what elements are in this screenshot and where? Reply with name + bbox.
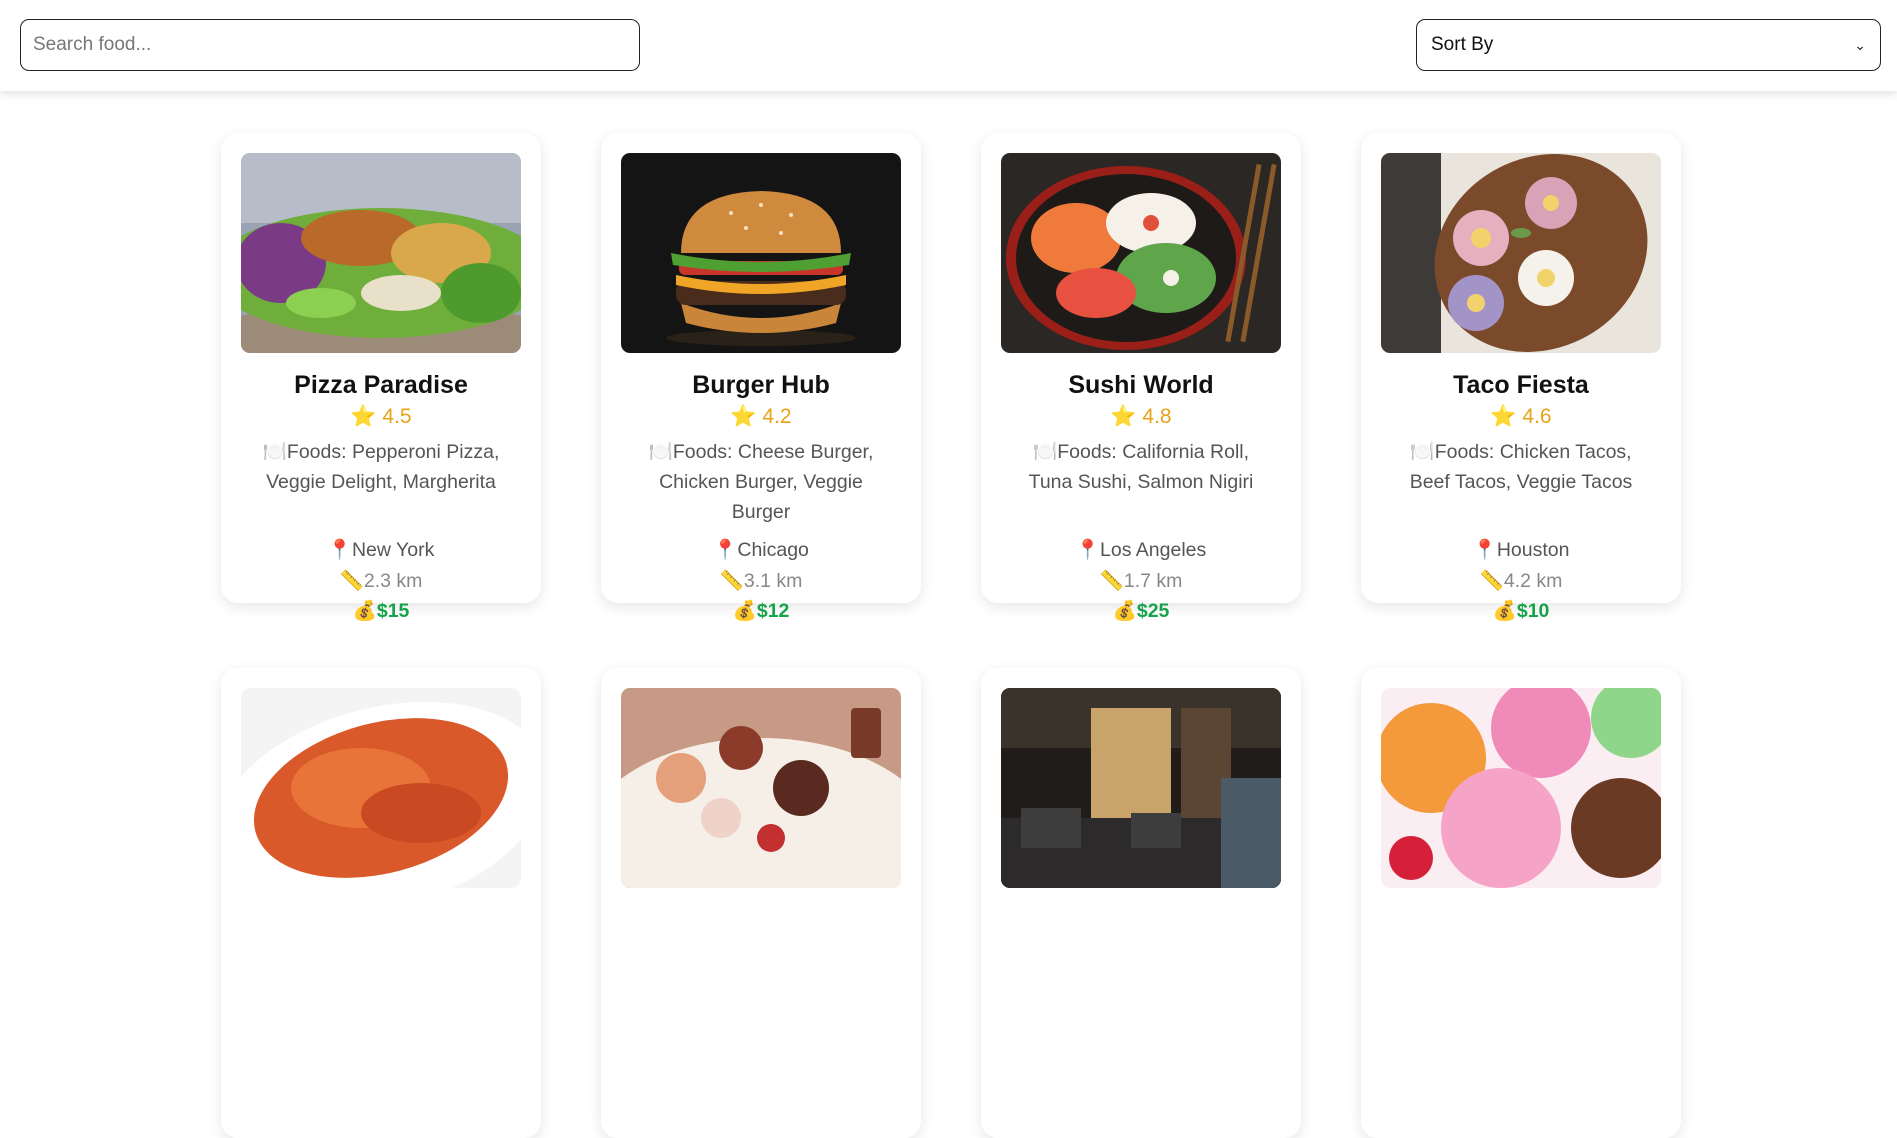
restaurant-card[interactable]: Pizza Paradise ⭐ 4.5 🍽️Foods: Pepperoni … — [221, 133, 541, 622]
plate-icon: 🍽️ — [648, 441, 673, 463]
plate-icon: 🍽️ — [1410, 441, 1435, 463]
restaurant-card[interactable] — [1361, 668, 1681, 1138]
rating: ⭐ 4.2 — [601, 405, 921, 429]
ruler-icon: 📏 — [719, 570, 744, 592]
salad-bowl-photo — [241, 153, 521, 353]
restaurant-name: Taco Fiesta — [1453, 371, 1589, 399]
dessert-platter-photo — [621, 688, 901, 888]
location: 📍Houston — [1361, 538, 1681, 562]
price: 💰$25 — [981, 599, 1301, 623]
food-list-text: Foods: Pepperoni Pizza, Veggie Delight, … — [266, 441, 500, 493]
restaurant-card[interactable]: Burger Hub ⭐ 4.2 🍽️Foods: Cheese Burger,… — [601, 133, 921, 622]
sushi-platter-photo — [1001, 153, 1281, 353]
star-icon: ⭐ — [1490, 405, 1517, 428]
money-bag-icon: 💰 — [1492, 600, 1517, 622]
price-text: $25 — [1136, 600, 1170, 622]
restaurant-name: Burger Hub — [692, 371, 830, 399]
rating-value: 4.6 — [1522, 405, 1552, 428]
food-list-text: Foods: Cheese Burger, Chicken Burger, Ve… — [659, 441, 874, 523]
money-bag-icon: 💰 — [732, 600, 757, 622]
restaurant-grid: Pizza Paradise ⭐ 4.5 🍽️Foods: Pepperoni … — [0, 91, 1897, 1138]
rating-value: 4.8 — [1142, 405, 1172, 428]
pin-icon: 📍 — [713, 539, 738, 561]
price: 💰$15 — [221, 599, 541, 623]
distance: 📏3.1 km — [601, 569, 921, 593]
restaurant-card[interactable] — [981, 668, 1301, 1138]
burger-photo — [621, 153, 901, 353]
price: 💰$10 — [1361, 599, 1681, 623]
rating: ⭐ 4.5 — [221, 405, 541, 429]
ruler-icon: 📏 — [1099, 570, 1124, 592]
rating: ⭐ 4.8 — [981, 405, 1301, 429]
restaurant-card[interactable] — [221, 668, 541, 1138]
restaurant-name: Pizza Paradise — [294, 371, 468, 399]
location: 📍Los Angeles — [981, 538, 1301, 562]
food-list-text: Foods: Chicken Tacos, Beef Tacos, Veggie… — [1409, 441, 1633, 493]
price-text: $12 — [756, 600, 790, 622]
food-list-text: Foods: California Roll, Tuna Sushi, Salm… — [1028, 441, 1254, 493]
distance: 📏1.7 km — [981, 569, 1301, 593]
search-input[interactable] — [20, 19, 640, 71]
distance: 📏4.2 km — [1361, 569, 1681, 593]
rating: ⭐ 4.6 — [1361, 405, 1681, 429]
pasta-photo — [241, 688, 521, 888]
sort-select-value: Sort By — [1431, 34, 1494, 55]
sort-select[interactable]: Sort By ⌄ — [1416, 19, 1881, 71]
location: 📍New York — [221, 538, 541, 562]
location-text: Houston — [1496, 539, 1570, 561]
restaurant-card[interactable]: Taco Fiesta ⭐ 4.6 🍽️Foods: Chicken Tacos… — [1361, 133, 1681, 622]
food-list: 🍽️Foods: California Roll, Tuna Sushi, Sa… — [1011, 437, 1271, 497]
ice-cream-photo — [1381, 688, 1661, 888]
chevron-down-icon: ⌄ — [1854, 36, 1866, 53]
restaurant-card[interactable]: Sushi World ⭐ 4.8 🍽️Foods: California Ro… — [981, 133, 1301, 622]
price-text: $10 — [1516, 600, 1550, 622]
restaurant-name: Sushi World — [1068, 371, 1214, 399]
location-text: Chicago — [737, 539, 809, 561]
location-text: Los Angeles — [1100, 539, 1207, 561]
top-bar: Sort By ⌄ — [0, 0, 1897, 91]
food-list: 🍽️Foods: Pepperoni Pizza, Veggie Delight… — [251, 437, 511, 497]
distance-text: 2.3 km — [363, 570, 423, 592]
location-text: New York — [351, 539, 435, 561]
restaurant-interior-photo — [1001, 688, 1281, 888]
price: 💰$12 — [601, 599, 921, 623]
distance-text: 3.1 km — [743, 570, 803, 592]
distance-text: 1.7 km — [1123, 570, 1183, 592]
location: 📍Chicago — [601, 538, 921, 562]
food-list: 🍽️Foods: Chicken Tacos, Beef Tacos, Vegg… — [1391, 437, 1651, 497]
money-bag-icon: 💰 — [1112, 600, 1137, 622]
star-icon: ⭐ — [1110, 405, 1137, 428]
money-bag-icon: 💰 — [352, 600, 377, 622]
distance: 📏2.3 km — [221, 569, 541, 593]
plate-icon: 🍽️ — [1032, 441, 1058, 463]
rating-value: 4.2 — [762, 405, 792, 428]
plate-icon: 🍽️ — [262, 441, 287, 463]
pin-icon: 📍 — [1472, 539, 1497, 561]
restaurant-card[interactable] — [601, 668, 921, 1138]
distance-text: 4.2 km — [1503, 570, 1563, 592]
star-icon: ⭐ — [730, 405, 757, 428]
star-icon: ⭐ — [350, 405, 377, 428]
pin-icon: 📍 — [327, 539, 352, 561]
rating-value: 4.5 — [382, 405, 412, 428]
price-text: $15 — [376, 600, 410, 622]
ruler-icon: 📏 — [339, 570, 364, 592]
food-list: 🍽️Foods: Cheese Burger, Chicken Burger, … — [631, 437, 891, 527]
pin-icon: 📍 — [1075, 539, 1100, 561]
flower-sweets-photo — [1381, 153, 1661, 353]
ruler-icon: 📏 — [1479, 570, 1504, 592]
